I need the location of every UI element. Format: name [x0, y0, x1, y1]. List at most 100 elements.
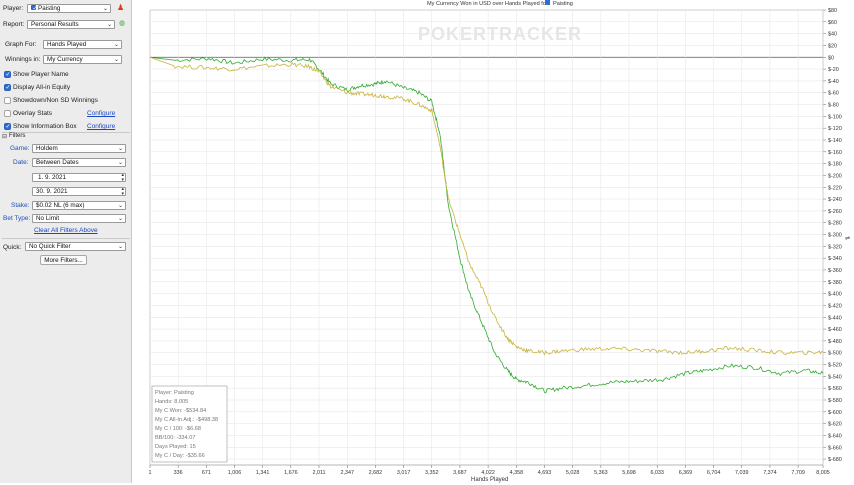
quick-filter-select[interactable]: No Quick Filter ⌄ — [25, 242, 126, 251]
y-tick-label: $-100 — [828, 114, 842, 120]
showdown-winnings-checkbox[interactable] — [4, 97, 11, 104]
x-tick-label: 1,341 — [256, 470, 269, 476]
x-tick-label: 1,006 — [228, 470, 242, 476]
y-tick-label: $-680 — [828, 457, 842, 463]
chart-title-player: Paisting — [553, 1, 573, 7]
graph-for-select[interactable]: Hands Played ⌄ — [43, 40, 122, 49]
bet-type-value: No Limit — [36, 215, 60, 222]
info-box-configure-link[interactable]: Configure — [87, 123, 115, 130]
chart-area: My Currency Won in USD over Hands Played… — [133, 0, 854, 483]
user-icon[interactable]: ♟ — [117, 3, 124, 12]
bet-type-select[interactable]: No Limit ⌄ — [32, 214, 126, 223]
y-tick-label: $-360 — [828, 268, 842, 274]
stake-value: $0.02 NL (6 max) — [36, 202, 85, 209]
x-tick-label: 7,709 — [791, 470, 805, 476]
report-label: Report: — [3, 21, 25, 28]
filters-header: Filters — [9, 133, 26, 139]
y-tick-label: $60 — [828, 20, 837, 26]
game-select[interactable]: Holdem ⌄ — [32, 144, 126, 153]
info-box-line: BB/100: -334.07 — [155, 435, 195, 441]
chevron-down-icon: ⌄ — [117, 146, 123, 152]
more-filters-button[interactable]: More Filters... — [40, 255, 87, 265]
player-value: Paisting — [38, 5, 61, 12]
x-tick-label: 4,693 — [538, 470, 552, 476]
chevron-down-icon: ⌄ — [117, 203, 123, 209]
date-from-input[interactable]: 1. 9. 2021 ▴ ▾ — [32, 173, 126, 182]
y-tick-label: $-40 — [828, 79, 839, 85]
overlay-stats-configure-link[interactable]: Configure — [87, 110, 115, 117]
info-box-line: Player: Paisting — [155, 390, 194, 396]
report-select[interactable]: Personal Results ⌄ — [27, 20, 115, 29]
chevron-down-icon: ⌄ — [102, 6, 108, 12]
y-tick-label: $-20 — [828, 67, 839, 73]
stepper-icon[interactable]: ▴ ▾ — [121, 188, 124, 195]
x-tick-label: 4,358 — [510, 470, 524, 476]
y-tick-label: $40 — [828, 32, 837, 38]
y-tick-label: $-120 — [828, 126, 842, 132]
y-tick-label: $-640 — [828, 433, 842, 439]
info-box-line: My C / 100: -$6.68 — [155, 426, 201, 432]
y-tick-label: $-440 — [828, 315, 842, 321]
divider — [2, 238, 130, 239]
stake-select[interactable]: $0.02 NL (6 max) ⌄ — [32, 201, 126, 210]
x-tick-label: 7,374 — [763, 470, 777, 476]
chevron-down-icon: ⌄ — [117, 160, 123, 166]
y-tick-label: $0 — [828, 55, 834, 61]
overlay-stats-checkbox[interactable] — [4, 110, 11, 117]
date-select[interactable]: Between Dates ⌄ — [32, 158, 126, 167]
y-tick-label: $-380 — [828, 280, 842, 286]
x-tick-label: 1 — [149, 470, 152, 476]
info-box-line: Days Played: 15 — [155, 444, 196, 450]
y-tick-label: $-480 — [828, 339, 842, 345]
watermark: POKERTRACKER — [418, 24, 582, 44]
x-tick-label: 671 — [202, 470, 211, 476]
y-tick-label: $-180 — [828, 162, 842, 168]
y-tick-label: $-600 — [828, 410, 842, 416]
player-label: Player: — [3, 5, 24, 12]
report-value: Personal Results — [31, 21, 79, 28]
date-to-input[interactable]: 30. 9. 2021 ▴ ▾ — [32, 187, 126, 196]
info-box-line: My C All-In Adj.: -$498.38 — [155, 417, 218, 423]
winnings-in-select[interactable]: My Currency ⌄ — [43, 55, 122, 64]
x-tick-label: 3,352 — [425, 470, 439, 476]
x-tick-label: 7,039 — [735, 470, 749, 476]
chevron-down-icon: ⌄ — [106, 22, 112, 28]
stepper-icon[interactable]: ▴ ▾ — [121, 174, 124, 181]
x-axis-label: Hands Played — [471, 477, 508, 483]
game-value: Holdem — [36, 145, 58, 152]
y-tick-label: $-140 — [828, 138, 842, 144]
winnings-in-value: My Currency — [47, 56, 83, 63]
y-tick-label: $-320 — [828, 244, 842, 250]
graph-for-value: Hands Played — [47, 41, 87, 48]
display-allin-equity-checkbox[interactable] — [4, 84, 11, 91]
x-tick-label: 6,704 — [707, 470, 721, 476]
date-label: Date: — [13, 159, 29, 166]
y-tick-label: $-420 — [828, 303, 842, 309]
info-box-line: Hands: 8,005 — [155, 399, 188, 405]
show-player-name-checkbox[interactable] — [4, 71, 11, 78]
chart-svg: My Currency Won in USD over Hands Played… — [149, 0, 850, 483]
x-tick-label: 3,687 — [453, 470, 467, 476]
chevron-down-icon: ⌄ — [117, 216, 123, 222]
x-tick-label: 2,011 — [312, 470, 325, 476]
clear-filters-link[interactable]: Clear All Filters Above — [34, 227, 98, 234]
showdown-winnings-label: Showdown/Non SD Winnings — [13, 97, 98, 104]
refresh-icon[interactable]: ◍ — [119, 19, 125, 27]
plot-frame — [149, 9, 824, 466]
collapse-icon[interactable]: ⊟ — [2, 133, 7, 140]
player-select[interactable]: Paisting ⌄ — [27, 4, 111, 13]
y-tick-label: $80 — [828, 8, 837, 14]
winnings-in-label: Winnings in: — [5, 56, 41, 63]
axis-toggle-icon[interactable]: ⇌ — [845, 235, 850, 242]
game-label: Game: — [10, 145, 30, 152]
chevron-down-icon: ⌄ — [113, 57, 119, 63]
show-info-box-checkbox[interactable] — [4, 123, 11, 130]
x-tick-label: 5,698 — [622, 470, 636, 476]
graph-for-label: Graph For: — [5, 41, 37, 48]
bet-type-label: Bet Type: — [3, 215, 31, 222]
x-tick-label: 3,017 — [397, 470, 411, 476]
date-to-value: 30. 9. 2021 — [36, 188, 68, 195]
x-tick-label: 336 — [174, 470, 183, 476]
quick-label: Quick: — [3, 244, 22, 251]
y-tick-label: $-660 — [828, 445, 842, 451]
